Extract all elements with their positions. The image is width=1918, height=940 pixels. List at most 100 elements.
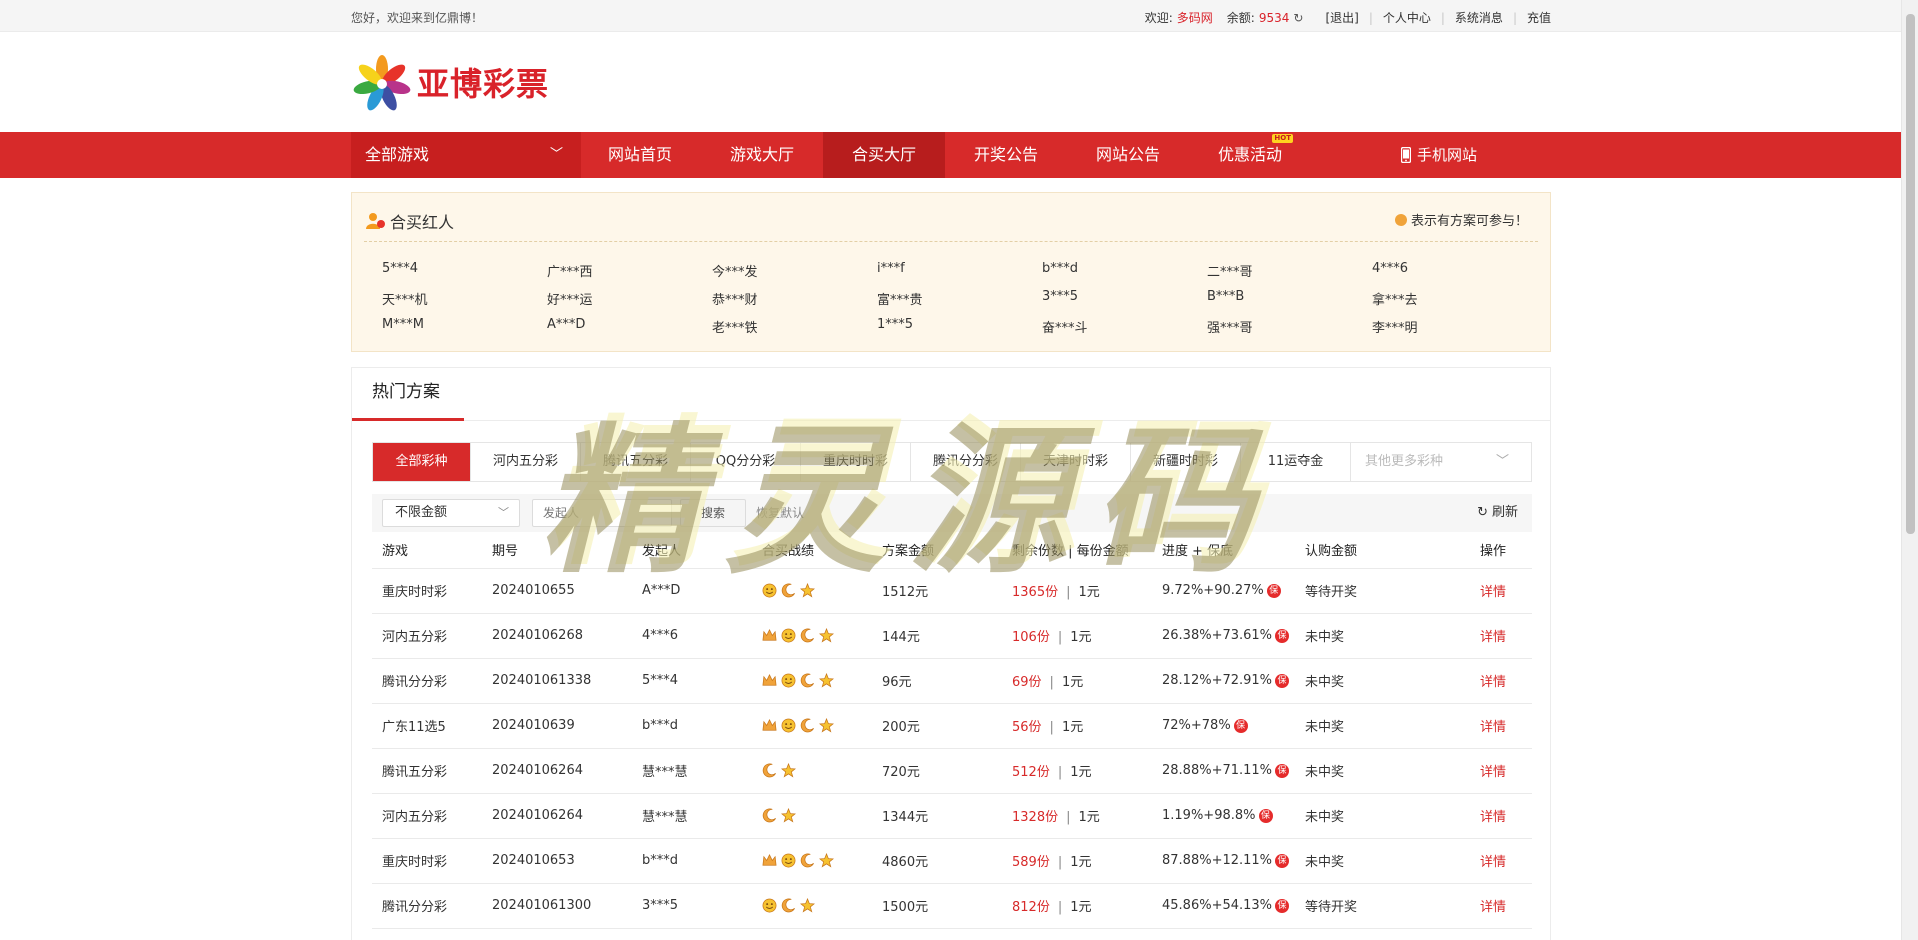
recharge-link[interactable]: 充值 xyxy=(1527,9,1551,26)
star-user-link[interactable]: 4***6 xyxy=(1372,261,1537,280)
logo-text: 亚博彩票 xyxy=(417,65,550,103)
refresh-balance-icon[interactable]: ↻ xyxy=(1293,11,1303,25)
nav-draw-results[interactable]: 开奖公告 xyxy=(945,132,1067,178)
star-user-link[interactable]: 富***贵 xyxy=(877,289,1042,308)
all-games-dropdown[interactable]: 全部游戏 ﹀ xyxy=(351,132,581,178)
star-user-link[interactable]: A***D xyxy=(547,317,712,336)
star-user-link[interactable]: M***M xyxy=(382,317,547,336)
divider: | xyxy=(1368,10,1373,25)
cell-record xyxy=(752,613,872,659)
lottery-tab[interactable]: 重庆时时彩 xyxy=(801,443,911,481)
crown-medal-icon xyxy=(762,628,777,641)
crown-medal-icon xyxy=(762,718,777,731)
per-share-amount: 1元 xyxy=(1061,675,1084,690)
star-user-link[interactable]: 广***西 xyxy=(547,261,712,280)
star-user-link[interactable]: b***d xyxy=(1042,261,1207,280)
page-scrollbar[interactable] xyxy=(1901,0,1918,940)
star-user-link[interactable]: 二***哥 xyxy=(1207,261,1372,280)
amount-select[interactable]: 不限金额 ﹀ xyxy=(382,499,520,527)
star-user-link[interactable]: 3***5 xyxy=(1042,289,1207,308)
cell-initiator[interactable]: b***d xyxy=(632,838,752,884)
per-share-amount: 1元 xyxy=(1061,720,1084,735)
progress-text: 26.38%+73.61% xyxy=(1162,628,1273,643)
lottery-tab[interactable]: 腾讯五分彩 xyxy=(581,443,691,481)
cell-initiator[interactable]: 5***4 xyxy=(632,658,752,704)
mobile-site-label: 手机网站 xyxy=(1417,146,1478,164)
detail-link[interactable]: 详情 xyxy=(1480,855,1506,870)
nav-home[interactable]: 网站首页 xyxy=(579,132,701,178)
hot-plans-section: 热门方案 全部彩种 河内五分彩 腾讯五分彩 QQ分分彩 重庆时时彩 腾讯分分彩 天津时时彩新… xyxy=(351,367,1551,940)
logo[interactable]: 亚博彩票 xyxy=(351,52,549,112)
tab-hot-plans[interactable]: 热门方案 xyxy=(352,368,464,421)
nav-group-buy-hall[interactable]: 合买大厅 xyxy=(823,132,945,178)
lottery-tab[interactable]: 天津时时彩 xyxy=(1021,443,1131,481)
star-user-link[interactable]: i***f xyxy=(877,261,1042,280)
cell-initiator[interactable]: b***d xyxy=(632,703,752,749)
detail-link[interactable]: 详情 xyxy=(1480,585,1506,600)
nav-game-hall[interactable]: 游戏大厅 xyxy=(701,132,823,178)
progress-text: 72%+78% xyxy=(1162,718,1231,733)
table-row: 重庆时时彩 2024010655 A***D 1512元 1365份 | 1元 9.72%+9… xyxy=(372,568,1532,614)
detail-link[interactable]: 详情 xyxy=(1480,720,1506,735)
cell-initiator[interactable]: 4***6 xyxy=(632,613,752,659)
detail-link[interactable]: 详情 xyxy=(1480,765,1506,780)
panel-title: 合买红人 xyxy=(366,209,454,233)
detail-link[interactable]: 详情 xyxy=(1480,810,1506,825)
lottery-tab[interactable]: 全部彩种 xyxy=(373,443,471,481)
lottery-tab[interactable]: 11运夺金 xyxy=(1241,443,1351,481)
initiator-search-input[interactable] xyxy=(532,499,672,527)
star-user-link[interactable]: 好***运 xyxy=(547,289,712,308)
lottery-tab[interactable]: 新疆时时彩 xyxy=(1131,443,1241,481)
cell-initiator[interactable]: 慧***慧 xyxy=(632,793,752,839)
lottery-tab[interactable]: 河内五分彩 xyxy=(471,443,581,481)
refresh-button[interactable]: ↻ 刷新 xyxy=(1477,494,1518,532)
divider: | xyxy=(1049,675,1054,690)
cell-initiator[interactable]: A***D xyxy=(632,568,752,614)
account-bar: 欢迎: 多码网 余额: 9534 ↻ [退出] | 个人中心 | 系统消息 | … xyxy=(1145,9,1551,26)
star-user-link[interactable]: 强***哥 xyxy=(1207,317,1372,336)
user-center-link[interactable]: 个人中心 xyxy=(1383,9,1431,26)
cell-game: 腾讯分分彩 xyxy=(372,883,482,929)
detail-link[interactable]: 详情 xyxy=(1480,630,1506,645)
cell-initiator[interactable]: 3***5 xyxy=(632,883,752,929)
search-button[interactable]: 搜索 xyxy=(680,499,746,527)
greet-label: 欢迎: xyxy=(1144,11,1173,25)
star-user-link[interactable]: 天***机 xyxy=(382,289,547,308)
detail-link[interactable]: 详情 xyxy=(1480,900,1506,915)
lottery-tab[interactable]: QQ分分彩 xyxy=(691,443,801,481)
per-share-amount: 1元 xyxy=(1070,900,1092,915)
more-lotteries-dropdown[interactable]: 其他更多彩种 ﹀ xyxy=(1351,443,1521,481)
detail-link[interactable]: 详情 xyxy=(1480,675,1506,690)
star-user-link[interactable]: 恭***财 xyxy=(712,289,877,308)
progress-text: 28.12%+72.91% xyxy=(1162,673,1273,688)
star-user-link[interactable]: 老***铁 xyxy=(712,317,877,336)
table-row: 腾讯五分彩 20240106264 慧***慧 720元 512份 | 1元 28.88%+7… xyxy=(372,748,1532,794)
username-link[interactable]: 多码网 xyxy=(1177,9,1213,26)
star-user-link[interactable]: 5***4 xyxy=(382,261,547,280)
cell-record xyxy=(752,748,872,794)
messages-link[interactable]: 系统消息 xyxy=(1455,9,1503,26)
reset-default-link[interactable]: 恢复默认 xyxy=(756,494,804,532)
scrollbar-thumb[interactable] xyxy=(1906,14,1915,534)
amount-select-value: 不限金额 xyxy=(395,505,448,520)
logout-link[interactable]: [退出] xyxy=(1325,9,1358,26)
star-user-link[interactable]: 拿***去 xyxy=(1372,289,1537,308)
star-user-link[interactable]: 1***5 xyxy=(877,317,1042,336)
star-user-link[interactable]: 今***发 xyxy=(712,261,877,280)
nav-announcements[interactable]: 网站公告 xyxy=(1067,132,1189,178)
nav-mobile-site[interactable]: 手机网站 xyxy=(1401,132,1477,178)
guarantee-badge: 保 xyxy=(1275,674,1290,688)
star-user-link[interactable]: B***B xyxy=(1207,289,1372,308)
cell-issue: 2024010639 xyxy=(482,703,632,749)
col-progress: 进度 + 保底 xyxy=(1152,532,1295,569)
cell-action: 详情 xyxy=(1470,793,1532,839)
nav-promotions[interactable]: 优惠活动 HOT xyxy=(1189,132,1311,178)
star-user-link[interactable]: 李***明 xyxy=(1372,317,1537,336)
star-user-link[interactable]: 奋***斗 xyxy=(1042,317,1207,336)
cell-initiator[interactable]: 慧***慧 xyxy=(632,748,752,794)
cell-amount: 4860元 xyxy=(872,838,1002,884)
lottery-tab[interactable]: 腾讯分分彩 xyxy=(911,443,1021,481)
guarantee-badge: 保 xyxy=(1275,854,1290,868)
remaining-shares: 56份 xyxy=(1012,720,1042,735)
lottery-filter-bar: 全部彩种 河内五分彩 腾讯五分彩 QQ分分彩 重庆时时彩 腾讯分分彩 天津时时彩 新疆时时彩 1… xyxy=(372,442,1532,482)
